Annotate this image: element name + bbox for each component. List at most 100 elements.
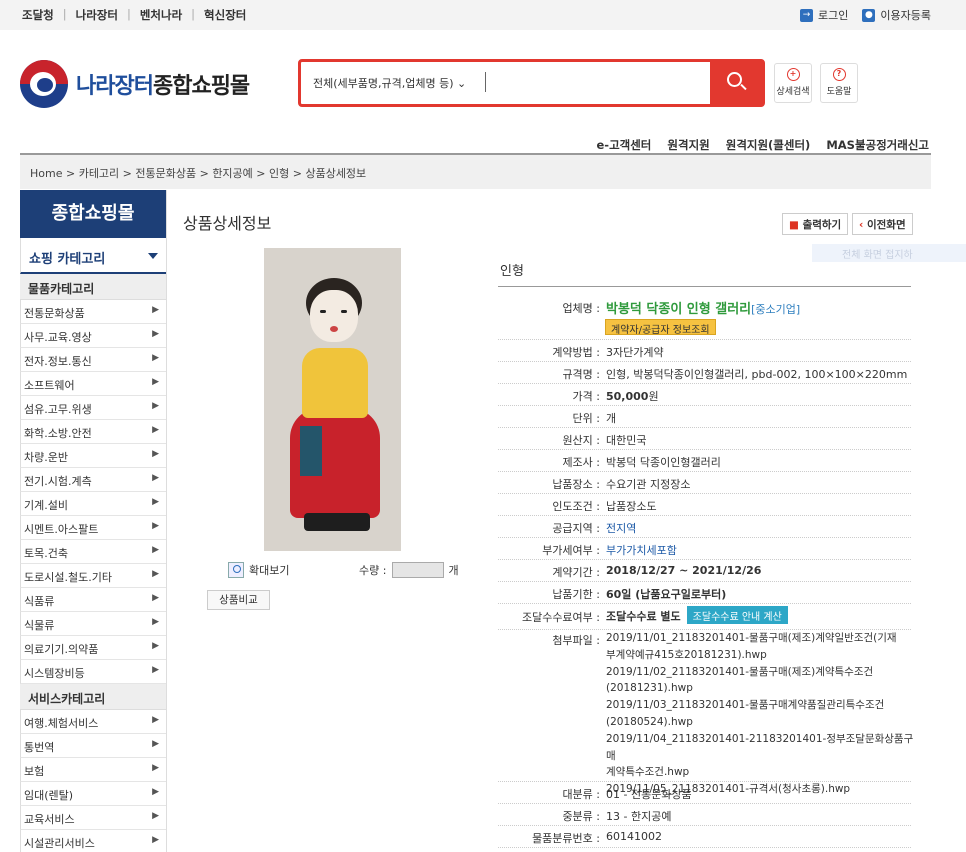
chevron-right-icon: ▶ [152,473,159,483]
period-label: 계약기간 : [552,566,600,579]
caret-down-icon [148,253,158,259]
register-link[interactable]: 이용자등록 [880,7,931,23]
chevron-right-icon: ▶ [152,329,159,339]
goods-item[interactable]: 토목.건축 ▶ [20,540,166,564]
goods-item[interactable]: 시멘트.아스팔트 ▶ [20,516,166,540]
sidebar-title[interactable]: 종합쇼핑몰 [20,190,166,238]
product-image[interactable] [264,248,401,551]
nav-mas-report[interactable]: MAS불공정거래신고 [826,137,929,153]
goods-item[interactable]: 전기.시험.계측 ▶ [20,468,166,492]
supply-area-value[interactable]: 전지역 [606,520,636,536]
chevron-right-icon: ▶ [152,665,159,675]
chevron-right-icon: ▶ [152,521,159,531]
maker-value: 박봉덕 닥종이인형갤러리 [606,456,721,469]
vendor-name[interactable]: 박봉덕 닥종이 인형 갤러리 [606,302,751,317]
goods-item[interactable]: 섬유.고무.위생 ▶ [20,396,166,420]
goods-item[interactable]: 식품류 ▶ [20,588,166,612]
attachment-link[interactable]: 2019/11/03_21183201401-물품구매계약품질관리특수조건 [606,697,914,714]
link-pps[interactable]: 조달청 [22,7,54,23]
link-venture[interactable]: 벤처나라 [140,7,182,23]
chevron-right-icon: ▶ [152,811,159,821]
category-toggle[interactable]: 쇼핑 카테고리 [20,238,166,274]
goods-item[interactable]: 전자.정보.통신 ▶ [20,348,166,372]
back-button[interactable]: ‹ 이전화면 [852,213,913,235]
attachment-link[interactable]: 계약특수조건.hwp [606,764,914,781]
goods-item[interactable]: 사무.교육.영상 ▶ [20,324,166,348]
chevron-right-icon: ▶ [152,569,159,579]
search-input[interactable] [485,72,486,92]
service-item-label: 여행.체험서비스 [24,717,99,730]
link-innovation[interactable]: 혁신장터 [204,7,246,23]
middle-label: 중분류 : [562,810,600,823]
quantity-input[interactable] [392,562,445,578]
row-maker: 제조사 : 박봉덕 닥종이인형갤러리 [498,450,911,472]
row-major: 대분류 : 01 - 전통문화상품 [498,782,911,804]
price-value: 50,000원 [606,388,659,404]
search-bar: 전체(세부품명,규격,업체명 등) ⌄ [298,59,765,107]
login-link[interactable]: 로그인 [818,7,848,23]
goods-item-label: 전통문화상품 [24,307,85,320]
goods-item[interactable]: 시스템장비등 ▶ [20,660,166,684]
spec-value: 인형, 박봉덕닥종이인형갤러리, pbd-002, 100×100×220mm [606,368,908,381]
unit-label: 단위 : [572,412,600,425]
attachment-link[interactable]: 2019/11/01_21183201401-물품구매(제조)계약일반조건(기재 [606,630,914,647]
service-item[interactable]: 교육서비스 ▶ [20,806,166,830]
goods-item[interactable]: 의료기기.의약품 ▶ [20,636,166,660]
goods-item-label: 화학.소방.안전 [24,427,92,440]
supply-area-label: 공급지역 : [552,522,600,535]
help-label: 도움말 [826,87,852,97]
nav-ecustomer[interactable]: e-고객센터 [597,137,652,153]
site-logo[interactable]: 나라장터종합쇼핑몰 [20,58,280,110]
goods-item[interactable]: 화학.소방.안전 ▶ [20,420,166,444]
help-button[interactable]: ? 도움말 [820,63,858,103]
row-middle: 중분류 : 13 - 한지공예 [498,804,911,826]
attachment-link[interactable]: (20181231).hwp [606,680,914,697]
attachment-link[interactable]: (20180524).hwp [606,714,914,731]
delivery-cond-value: 납품장소도 [606,500,657,513]
maker-label: 제조사 : [562,456,600,469]
service-item[interactable]: 통번역 ▶ [20,734,166,758]
goods-item[interactable]: 기계.설비 ▶ [20,492,166,516]
print-button[interactable]: ■ 출력하기 [782,213,849,235]
files-label: 첨부파일 : [552,634,600,647]
zoom-button[interactable]: 확대보기 [228,562,289,578]
nav-remote-call[interactable]: 원격지원(콜센터) [726,137,811,153]
compare-button[interactable]: 상품비교 [207,590,270,610]
detail-search-button[interactable]: + 상세검색 [774,63,812,103]
chevron-right-icon: ▶ [152,593,159,603]
vendor-value: 박봉덕 닥종이 인형 갤러리[중소기업] [606,298,800,317]
service-item[interactable]: 여행.체험서비스 ▶ [20,710,166,734]
row-period: 계약기간 : 2018/12/27 ~ 2021/12/26 [498,560,911,582]
attachment-link[interactable]: 2019/11/04_21183201401-21183201401-정부조달문… [606,731,914,765]
goods-item-label: 식품류 [24,595,55,608]
chevron-left-icon: ‹ [859,219,864,231]
goods-item[interactable]: 식물류 ▶ [20,612,166,636]
service-item[interactable]: 임대(렌탈) ▶ [20,782,166,806]
chevron-right-icon: ▶ [152,305,159,315]
search-button[interactable] [710,62,762,104]
chevron-right-icon: ▶ [152,739,159,749]
service-category-header: 서비스카테고리 [20,684,166,710]
zoom-label: 확대보기 [249,564,290,577]
fee-calc-button[interactable]: 조달수수료 안내 계산 [686,606,788,624]
goods-item-label: 소프트웨어 [24,379,75,392]
price-label: 가격 : [572,390,600,403]
goods-item[interactable]: 전통문화상품 ▶ [20,300,166,324]
goods-item[interactable]: 차량.운반 ▶ [20,444,166,468]
search-scope-select[interactable]: 전체(세부품명,규격,업체명 등) ⌄ [313,75,466,91]
row-fee: 조달수수료여부 : 조달수수료 별도 조달수수료 안내 계산 [498,604,911,630]
service-item[interactable]: 시설관리서비스 ▶ [20,830,166,852]
nav-menu: e-고객센터 원격지원 원격지원(콜센터) MAS불공정거래신고 [581,137,930,153]
goods-item[interactable]: 소프트웨어 ▶ [20,372,166,396]
chevron-right-icon: ▶ [152,497,159,507]
vendor-info-button[interactable]: 계약자/공급자 정보조회 [605,319,716,336]
printer-icon: ■ [789,219,799,231]
attachment-link[interactable]: 2019/11/02_21183201401-물품구매(제조)계약특수조건 [606,664,914,681]
attachment-link[interactable]: 부계약예규415호20181231).hwp [606,647,914,664]
service-item[interactable]: 보험 ▶ [20,758,166,782]
goods-item[interactable]: 도로시설.철도.기타 ▶ [20,564,166,588]
zoom-search-icon: + [786,68,800,81]
nav-remote[interactable]: 원격지원 [667,137,709,153]
link-naramarket[interactable]: 나라장터 [76,7,118,23]
fullscreen-toggle[interactable]: 전체 화면 접지하 [812,244,966,262]
